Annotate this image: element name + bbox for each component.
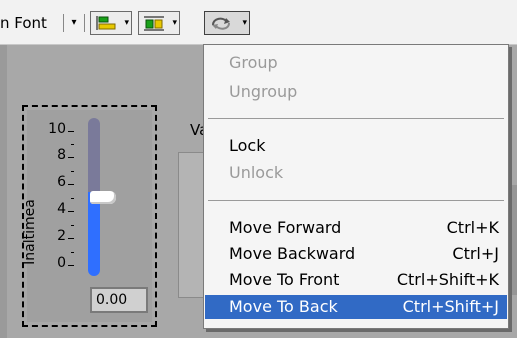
slider-tick — [68, 265, 74, 266]
slider-handle[interactable] — [90, 191, 116, 204]
menu-item-unlock[interactable]: Unlock — [205, 161, 507, 185]
menu-item-move-backward[interactable]: Move Backward Ctrl+J — [205, 242, 507, 266]
chevron-down-icon: ▾ — [124, 18, 129, 28]
slider-scale-label: 6 — [57, 174, 66, 190]
slider-tick — [71, 144, 74, 145]
toolbar-separator — [84, 14, 85, 32]
slider-scale-label: 10 — [48, 121, 66, 137]
reorder-menu: Group Ungroup Lock Unlock Move Forward C… — [203, 44, 509, 329]
chevron-down-icon: ▾ — [242, 18, 247, 28]
font-ring-dropdown-arrow[interactable]: ▾ — [65, 12, 83, 34]
slider-tick — [68, 211, 74, 212]
menu-item-label: Move To Back — [229, 297, 338, 316]
menu-item-label: Ungroup — [229, 82, 298, 101]
menu-item-label: Move Backward — [229, 244, 356, 263]
menu-item-label: Move Forward — [229, 218, 342, 237]
slider-digital-display[interactable]: 0.00 — [90, 287, 148, 313]
toolbar-separator — [63, 14, 64, 32]
menu-item-shortcut: Ctrl+Shift+K — [396, 270, 499, 289]
menu-separator — [208, 118, 504, 119]
slider-scale-label: 0 — [57, 255, 66, 271]
menu-separator — [208, 200, 504, 201]
slider-fill — [88, 192, 100, 276]
slider-tick — [68, 131, 74, 132]
distribute-objects-icon — [144, 16, 164, 31]
menu-item-lock[interactable]: Lock — [205, 134, 507, 158]
slider-scale-label: 8 — [57, 147, 66, 163]
distribute-objects-button[interactable]: ▾ — [138, 11, 180, 35]
slider-tick — [71, 252, 74, 253]
reorder-objects-icon — [212, 17, 230, 30]
menu-item-move-to-front[interactable]: Move To Front Ctrl+Shift+K — [205, 268, 507, 292]
slider-track[interactable] — [88, 118, 100, 198]
toolbar: n Font ▾ ▾ ▾ ▾ — [0, 0, 517, 45]
slider-tick — [68, 184, 74, 185]
align-objects-icon — [96, 16, 116, 30]
align-objects-button[interactable]: ▾ — [90, 11, 132, 35]
font-ring-label[interactable]: n Font — [0, 12, 47, 34]
slider-tick — [68, 157, 74, 158]
slider-tick — [71, 225, 74, 226]
panel-left-edge — [0, 45, 7, 338]
menu-item-shortcut: Ctrl+K — [446, 218, 499, 237]
slider-tick — [68, 238, 74, 239]
panel-right-edge — [508, 185, 517, 295]
reorder-objects-button[interactable]: ▾ — [204, 11, 250, 35]
chevron-down-icon: ▾ — [172, 18, 177, 28]
menu-item-label: Lock — [229, 136, 266, 155]
slider-scale-label: 2 — [57, 228, 66, 244]
menu-item-group[interactable]: Group — [205, 51, 507, 75]
menu-item-label: Unlock — [229, 163, 284, 182]
menu-item-shortcut: Ctrl+J — [452, 244, 499, 263]
menu-item-move-to-back[interactable]: Move To Back Ctrl+Shift+J — [205, 295, 507, 319]
menu-item-label: Group — [229, 53, 278, 72]
slider-tick — [71, 171, 74, 172]
menu-item-move-forward[interactable]: Move Forward Ctrl+K — [205, 216, 507, 240]
menu-item-shortcut: Ctrl+Shift+J — [402, 297, 499, 316]
slider-scale-label: 4 — [57, 201, 66, 217]
slider-tick — [71, 198, 74, 199]
slider-label: Inaltimea — [22, 199, 38, 265]
menu-item-ungroup[interactable]: Ungroup — [205, 80, 507, 104]
menu-item-label: Move To Front — [229, 270, 340, 289]
